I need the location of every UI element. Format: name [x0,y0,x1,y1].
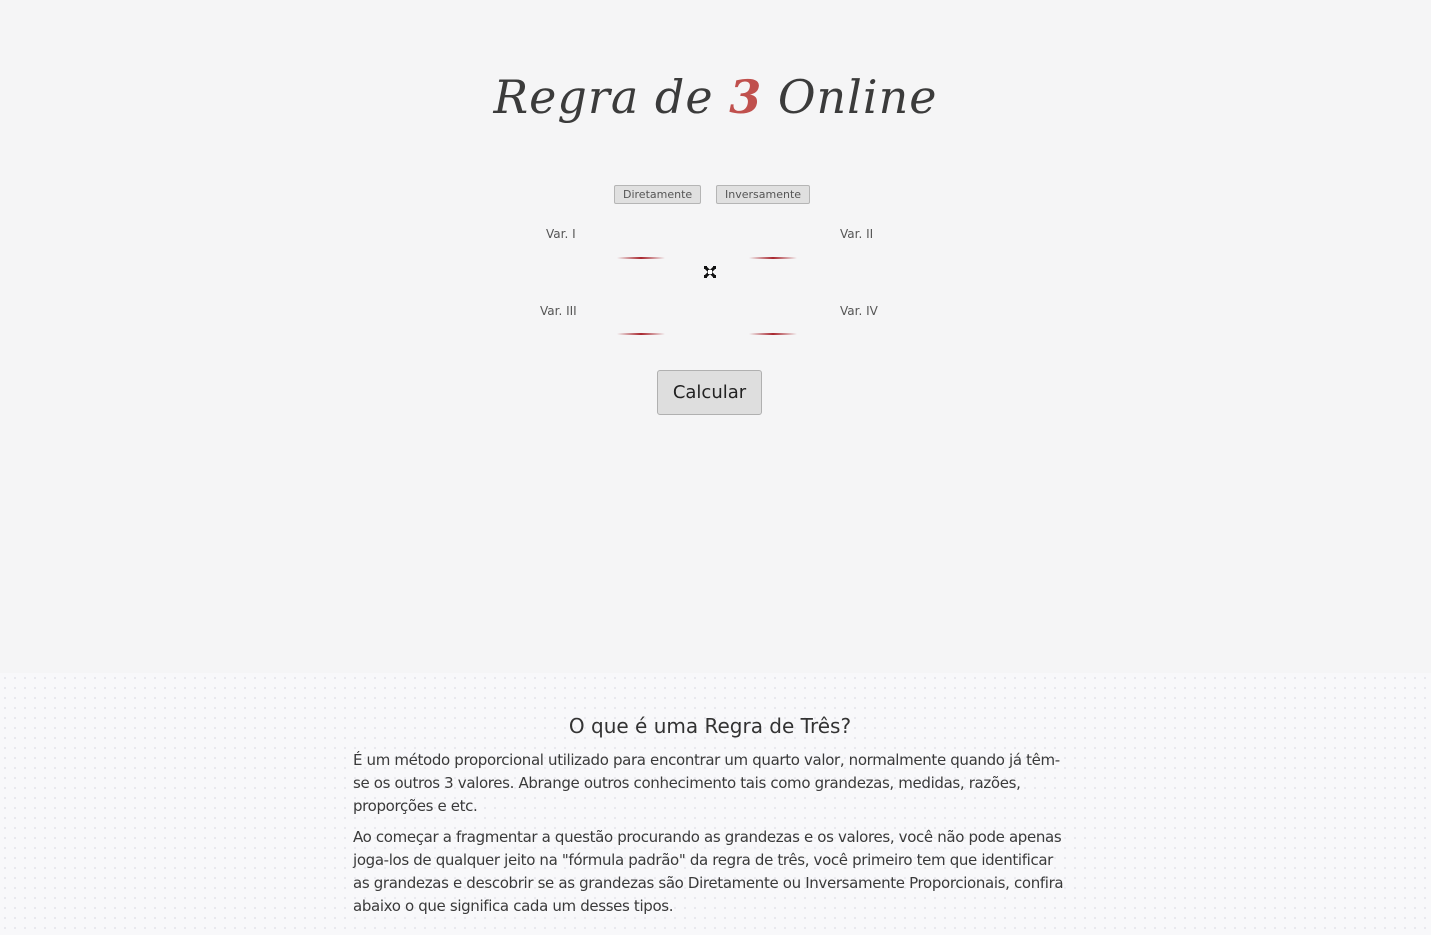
var2-label: Var. II [840,227,874,241]
logo-suffix: Online [762,70,938,124]
mode-direct-button[interactable]: Diretamente [614,185,702,204]
var1-underline [617,257,665,259]
article-paragraph: É um método proporcional utilizado para … [353,751,1060,815]
cross-icon [704,266,716,278]
logo-prefix: Regra de [493,70,730,124]
calculate-button[interactable]: Calcular [657,370,762,415]
site-logo[interactable]: Regra de 3 Online [0,70,1431,124]
mode-inverse-button[interactable]: Inversamente [716,185,811,204]
var1-label: Var. I [546,227,576,241]
var4-label: Var. IV [840,304,878,318]
article-paragraph: Ao começar a fragmentar a questão procur… [353,828,1064,915]
var2-underline [749,257,797,259]
var4-underline [749,333,797,335]
logo-number: 3 [729,70,763,124]
article-title: O que é uma Regra de Três? [568,714,852,738]
var3-underline [617,333,665,335]
var3-label: Var. III [540,304,577,318]
calculator-section: Regra de 3 Online Diretamente Inversamen… [0,0,1431,673]
